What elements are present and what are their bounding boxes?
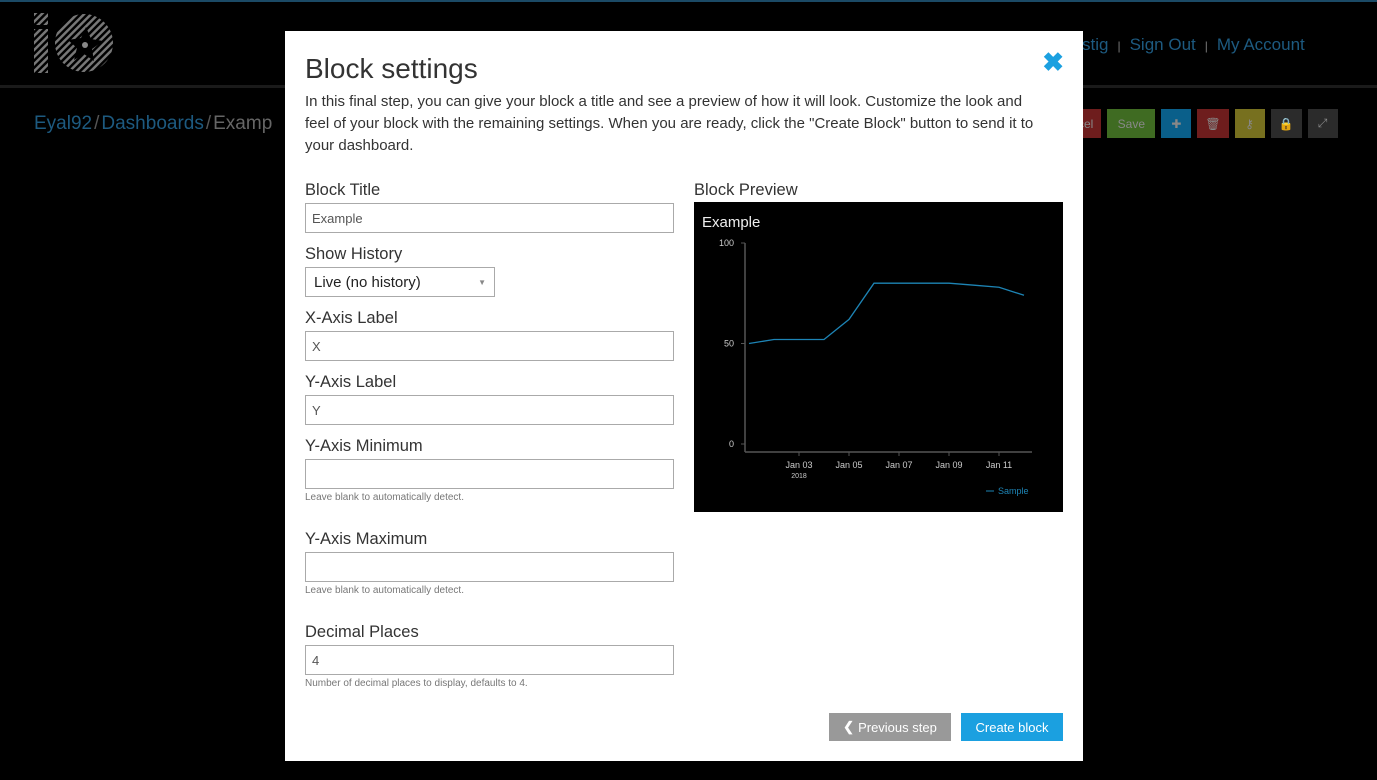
breadcrumb-current: Examp <box>213 113 273 134</box>
y-axis-min-input[interactable] <box>305 459 674 489</box>
add-block-button[interactable]: ✚ <box>1161 109 1192 138</box>
y-axis-label-input[interactable] <box>305 395 674 425</box>
y-axis-max-input[interactable] <box>305 552 674 582</box>
top-border <box>0 0 1377 2</box>
y-tick-label: 0 <box>729 439 734 449</box>
breadcrumb: Eyal92/Dashboards / Examp <box>34 113 273 134</box>
close-icon[interactable]: ✖ <box>1042 47 1064 78</box>
settings-form: Block Title Show History Live (no histor… <box>305 181 674 689</box>
chart-title: Example <box>702 214 760 231</box>
chevron-left-icon: ❮ <box>843 719 855 734</box>
y-tick-label: 100 <box>719 238 734 248</box>
block-preview: Example 0 50 100 Jan 03 2018 Jan 05 Jan 07 Jan … <box>694 202 1063 512</box>
show-history-label: Show History <box>305 245 403 263</box>
modal-title: Block settings <box>305 53 478 84</box>
x-tick-label: Jan 03 <box>785 460 812 470</box>
save-button[interactable]: Save <box>1107 109 1156 138</box>
logo[interactable] <box>34 13 114 73</box>
lock-button[interactable]: 🔒 <box>1270 109 1302 138</box>
y-axis-max-label: Y-Axis Maximum <box>305 530 428 548</box>
sign-out-link[interactable]: Sign Out <box>1130 35 1196 54</box>
x-axis-label-label: X-Axis Label <box>305 309 398 327</box>
decimal-places-help: Number of decimal places to display, def… <box>305 678 528 689</box>
plus-icon: ✚ <box>1171 116 1182 131</box>
x-tick-year: 2018 <box>791 473 807 480</box>
modal-intro: In this final step, you can give your bl… <box>305 93 1034 154</box>
decimal-places-label: Decimal Places <box>305 623 419 641</box>
breadcrumb-user[interactable]: Eyal92 <box>34 113 92 134</box>
previous-step-button[interactable]: ❮ Previous step <box>829 713 951 741</box>
block-title-input[interactable] <box>305 203 674 233</box>
x-axis-label-input[interactable] <box>305 331 674 361</box>
block-title-label: Block Title <box>305 181 381 199</box>
breadcrumb-dashboards[interactable]: Dashboards <box>101 113 203 134</box>
fullscreen-button[interactable]: ⤢ <box>1307 109 1338 138</box>
user-link[interactable]: stig <box>1082 35 1108 54</box>
x-tick-label: Jan 09 <box>935 460 962 470</box>
x-tick-label: Jan 11 <box>986 460 1012 470</box>
y-axis-max-help: Leave blank to automatically detect. <box>305 585 464 596</box>
show-history-select[interactable]: Live (no history) ▼ <box>305 267 495 297</box>
block-settings-modal: ✖ Block settings In this final step, you… <box>285 31 1083 761</box>
block-preview-label: Block Preview <box>694 181 798 199</box>
y-axis-min-label: Y-Axis Minimum <box>305 437 423 455</box>
header-links: stig | Sign Out | My Account <box>1082 35 1305 54</box>
my-account-link[interactable]: My Account <box>1217 35 1305 54</box>
trash-icon: 🗑 <box>1205 116 1221 131</box>
y-tick-label: 50 <box>724 339 734 349</box>
expand-icon: ⤢ <box>1317 116 1328 130</box>
lock-icon: 🔒 <box>1278 116 1294 131</box>
y-axis-min-help: Leave blank to automatically detect. <box>305 492 464 503</box>
y-axis-label-label: Y-Axis Label <box>305 373 397 391</box>
x-tick-label: Jan 07 <box>885 460 912 470</box>
key-icon: ⚷ <box>1245 116 1254 131</box>
create-block-button[interactable]: Create block <box>961 713 1063 741</box>
dashboard-toolbar: cel Save ✚ 🗑 ⚷ 🔒 ⤢ <box>1070 109 1338 138</box>
series-line-sample <box>748 282 1025 345</box>
preview-chart: Example 0 50 100 Jan 03 2018 Jan 05 Jan 07 Jan … <box>702 214 1032 496</box>
caret-down-icon: ▼ <box>478 277 486 287</box>
key-button[interactable]: ⚷ <box>1234 109 1265 138</box>
legend-label: Sample <box>998 486 1029 496</box>
decimal-places-input[interactable] <box>305 645 674 675</box>
delete-button[interactable]: 🗑 <box>1197 109 1229 138</box>
x-tick-label: Jan 05 <box>835 460 862 470</box>
